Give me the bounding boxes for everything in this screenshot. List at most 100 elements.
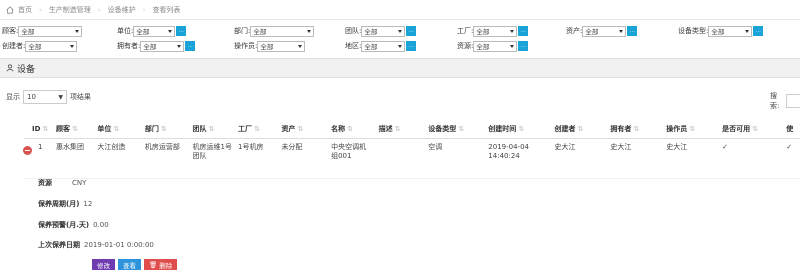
asset-select[interactable]: 全部 [582,25,627,37]
cell-available-check-icon: ✓ [719,138,784,179]
row-actions: 修改 查看 🗑 删除 [92,259,178,270]
filter-label: 单位: [117,27,134,35]
customer-select[interactable]: 全部 [18,25,83,37]
region-select[interactable]: 全部 [361,40,406,52]
owner-more-button[interactable]: … [185,41,196,51]
cell-team: 机房运维1号团队 [189,138,235,179]
dropdown-arrow-icon [745,29,750,33]
filter-label: 顾客: [2,27,19,35]
resource-select[interactable]: 全部 [473,40,518,52]
breadcrumb-section[interactable]: 设备维护 [108,5,136,15]
factory-select[interactable]: 全部 [473,25,518,37]
filter-bar: 顾客: 全部 单位: 全部 … 部门: 全部 团队: 全部 … 工厂: 全部 …… [0,22,800,56]
search-input[interactable] [785,94,800,108]
cell-asset: 未分配 [278,138,329,179]
column-header-customer[interactable]: 顾客 ⇅ [52,120,95,139]
dropdown-arrow-icon [168,29,173,33]
user-icon [6,64,14,72]
column-header-unit[interactable]: 单位 ⇅ [94,120,142,139]
filter-label: 资产: [566,27,583,35]
column-header-team[interactable]: 团队 ⇅ [189,120,235,139]
asset-more-button[interactable]: … [627,26,638,36]
owner-select[interactable]: 全部 [140,40,185,52]
column-header-id[interactable]: ID ⇅ [24,120,53,139]
page-length-select[interactable]: 10 ▼ [23,90,67,104]
detail-maintenance-warning: 保养预警(月.天) 0.00 [38,221,109,229]
resource-more-button[interactable]: … [518,41,529,51]
home-icon[interactable] [6,5,14,14]
filter-label: 工厂: [457,27,474,35]
filter-label: 拥有者: [117,42,141,50]
cell-id: 1 [24,138,53,179]
dropdown-arrow-icon [510,44,515,48]
dropdown-arrow-icon [619,29,624,33]
edit-button[interactable]: 修改 [92,259,115,270]
filter-owner: 拥有者: 全部 … [117,40,196,52]
column-header-operator[interactable]: 操作员 ⇅ [663,120,720,139]
cell-device-type: 空调 [425,138,486,179]
dropdown-arrow-icon [75,29,80,33]
device-type-select[interactable]: 全部 [708,25,753,37]
dept-select[interactable]: 全部 [250,25,315,37]
cell-extra-check-icon: ✓ [783,138,800,179]
panel-title: 设备 [17,64,36,75]
operator-select[interactable]: 全部 [257,40,306,52]
detail-maintenance-cycle: 保养周期(月) 12 [38,200,93,208]
dropdown-arrow-icon [177,44,182,48]
device-type-more-button[interactable]: … [753,26,764,36]
team-select[interactable]: 全部 [361,25,406,37]
column-header-device-type[interactable]: 设备类型 ⇅ [425,120,486,139]
cell-creator: 史大江 [551,138,608,179]
column-header-factory[interactable]: 工厂 ⇅ [235,120,279,139]
cell-unit: 大江创造 [94,138,142,179]
breadcrumb-separator: › [142,5,146,14]
column-header-creator[interactable]: 创建者 ⇅ [551,120,608,139]
cell-dept: 机房运营部 [141,138,190,179]
filter-asset: 资产: 全部 … [566,25,638,37]
search-label: 搜索: [770,92,780,110]
cell-name: 中央空调机组001 [328,138,376,179]
breadcrumb-module[interactable]: 生产制造管理 [49,5,91,15]
column-header-owner[interactable]: 拥有者 ⇅ [607,120,664,139]
filter-label: 创建者: [2,42,26,50]
dropdown-arrow-icon [398,44,403,48]
filter-operator: 操作员: 全部 [234,40,306,52]
factory-more-button[interactable]: … [518,26,529,36]
device-table: ID ⇅ 顾客 ⇅ 单位 ⇅ 部门 ⇅ 团队 ⇅ 工厂 ⇅ 资产 ⇅ 名称 ⇅ 描述 ⇅ 设备类型… [24,120,800,179]
column-header-desc[interactable]: 描述 ⇅ [375,120,426,139]
page-length-prefix: 显示 [6,93,20,101]
filter-factory: 工厂: 全部 … [457,25,529,37]
delete-button[interactable]: 🗑 删除 [144,259,178,270]
region-more-button[interactable]: … [406,41,417,51]
filter-customer: 顾客: 全部 [2,25,83,37]
unit-select[interactable]: 全部 [133,25,176,37]
column-header-created-time[interactable]: 创建时间 ⇅ [485,120,552,139]
filter-label: 资源: [457,42,474,50]
filter-label: 团队: [345,27,362,35]
column-header-dept[interactable]: 部门 ⇅ [141,120,190,139]
cell-owner: 史大江 [607,138,664,179]
breadcrumb-home[interactable]: 首页 [18,5,32,15]
dropdown-arrow-icon [298,44,303,48]
dropdown-arrow-icon [307,29,312,33]
trash-icon: 🗑 [149,260,158,269]
column-header-name[interactable]: 名称 ⇅ [328,120,376,139]
filter-dept: 部门: 全部 [234,25,315,37]
filter-label: 部门: [234,27,251,35]
page-length-suffix: 项结果 [70,93,91,101]
team-more-button[interactable]: … [406,26,417,36]
cell-desc [375,138,426,179]
table-header-row: ID ⇅ 顾客 ⇅ 单位 ⇅ 部门 ⇅ 团队 ⇅ 工厂 ⇅ 资产 ⇅ 名称 ⇅ 描述 ⇅ 设备类型… [24,120,800,139]
filter-resource: 资源: 全部 … [457,40,529,52]
table-row[interactable]: 1 惠水集团 大江创造 机房运营部 机房运维1号团队 1号机房 未分配 中央空调… [24,138,800,179]
creator-select[interactable]: 全部 [25,40,78,52]
column-header-available[interactable]: 是否可用 ⇅ [719,120,784,139]
detail-last-maintenance-date: 上次保养日期 2019-01-01 0:00:00 [38,241,154,249]
filter-unit: 单位: 全部 … [117,25,187,37]
view-button[interactable]: 查看 [118,259,141,270]
cell-operator: 史大江 [663,138,720,179]
unit-more-button[interactable]: … [176,26,187,36]
column-header-asset[interactable]: 资产 ⇅ [278,120,329,139]
filter-label: 地区: [345,42,362,50]
column-header-extra[interactable]: 使 [783,120,800,139]
